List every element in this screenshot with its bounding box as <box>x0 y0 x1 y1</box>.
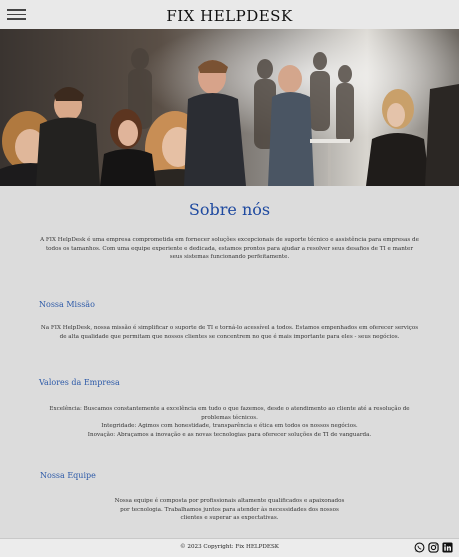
linkedin-icon[interactable] <box>442 542 453 553</box>
about-title: Sobre nós <box>188 200 271 219</box>
brand-title[interactable]: FIX HELPDESK <box>0 7 459 25</box>
hero-image <box>0 29 459 186</box>
value-integrity: Integridade: Agimos com honestidade, tra… <box>101 423 358 429</box>
values-title: Valores da Empresa <box>39 378 120 387</box>
copyright-text: © 2023 Copyright: Fix HELPDESK <box>180 544 279 550</box>
footer: © 2023 Copyright: Fix HELPDESK <box>0 538 459 557</box>
values-text: Excelência: Buscamos constantemente a ex… <box>40 405 419 439</box>
team-text: Nossa equipe é composta por profissionai… <box>114 498 345 521</box>
value-excellence: Excelência: Buscamos constantemente a ex… <box>49 406 410 421</box>
instagram-icon[interactable] <box>428 542 439 553</box>
mission-text: Na FIX HelpDesk, nossa missão é simplifi… <box>40 325 419 340</box>
social-links <box>414 542 453 553</box>
mission-title: Nossa Missão <box>39 300 95 309</box>
whatsapp-icon[interactable] <box>414 542 425 553</box>
team-title: Nossa Equipe <box>40 471 96 480</box>
top-navbar: FIX HELPDESK <box>0 0 459 29</box>
about-text: A FIX HelpDesk é uma empresa comprometid… <box>40 237 419 260</box>
value-innovation: Inovação: Abraçamos a inovação e as nova… <box>87 431 372 438</box>
